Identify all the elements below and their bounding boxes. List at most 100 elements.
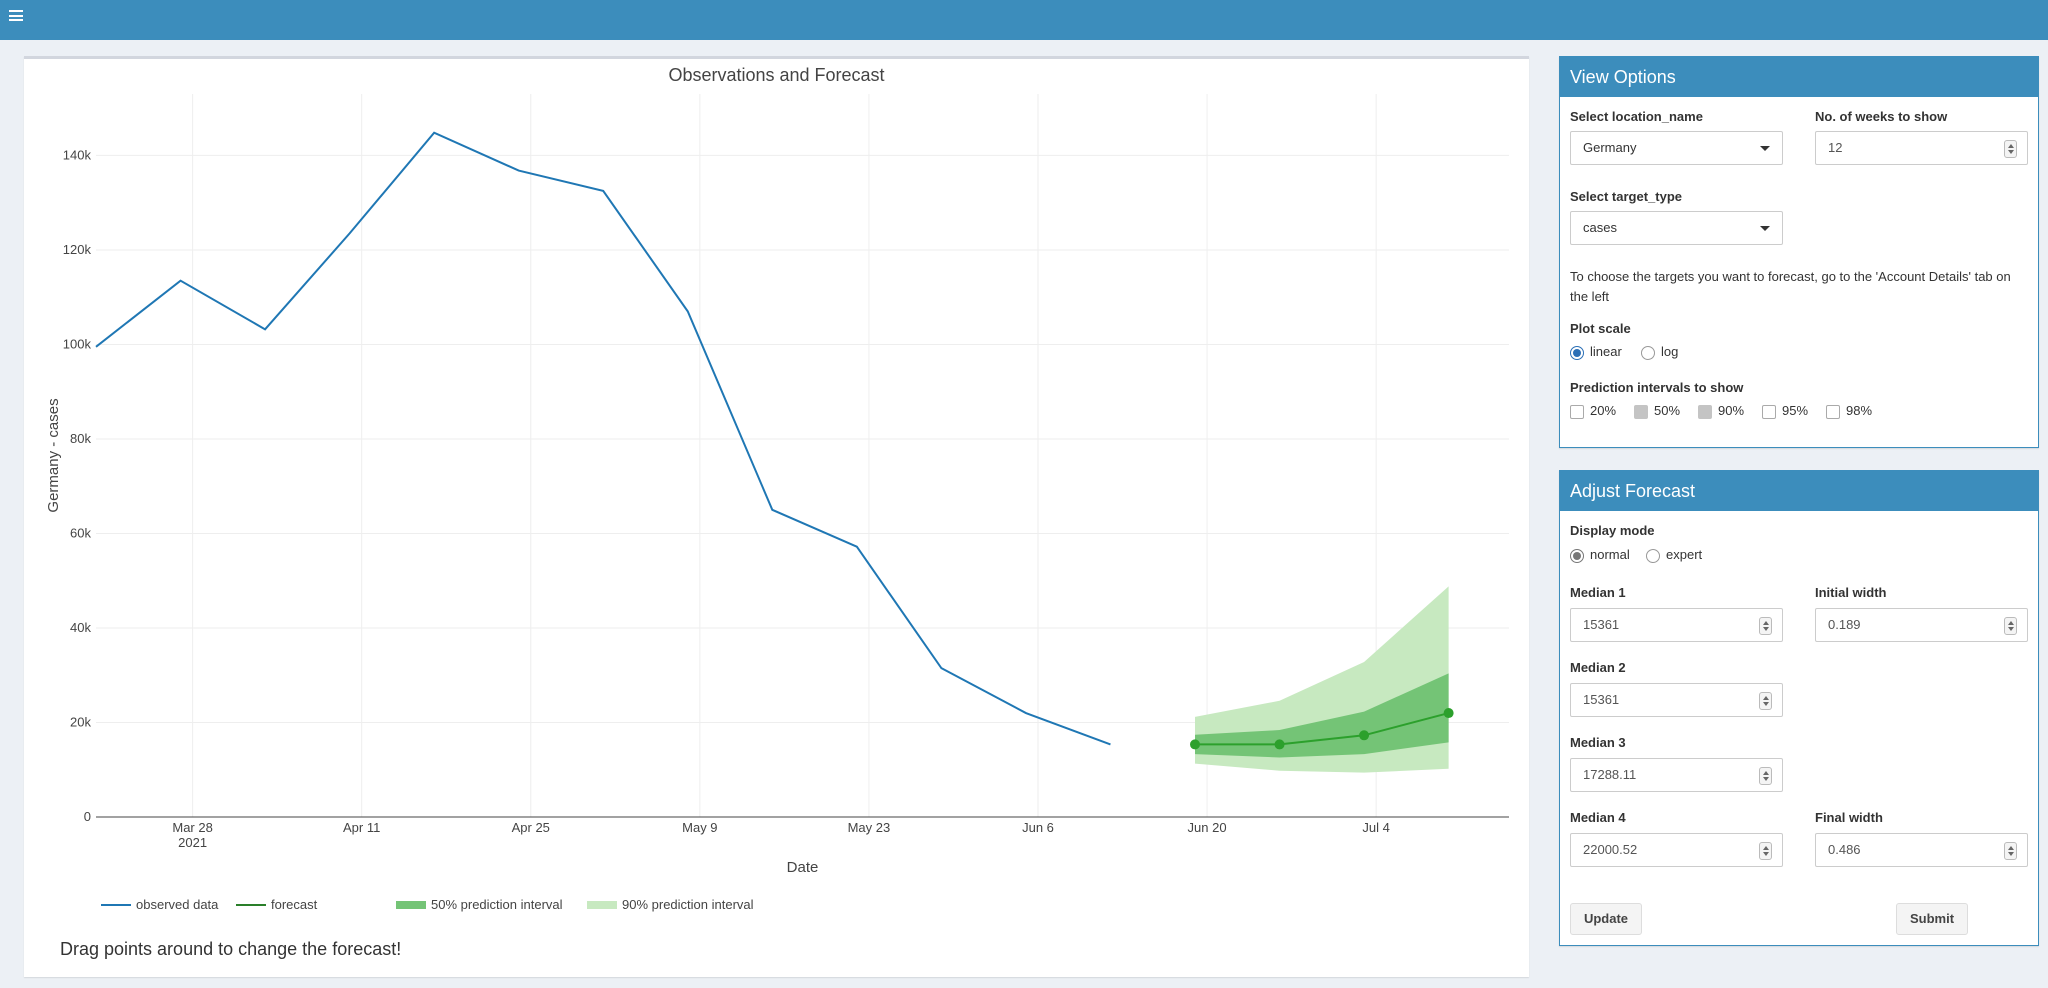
final-width-spinner-icon[interactable] (2004, 842, 2017, 860)
location-label: Select location_name (1570, 109, 1703, 124)
y-tick-label: 60k (70, 525, 91, 540)
y-tick-label: 120k (63, 242, 92, 257)
pi-98-checkbox[interactable] (1826, 405, 1840, 419)
x-tick-label: Jul 4 (1362, 820, 1389, 835)
pi-20-checkbox[interactable] (1570, 405, 1584, 419)
median2-input-value: 15361 (1583, 692, 1620, 707)
y-tick-label: 100k (63, 336, 92, 351)
forecast-point[interactable] (1443, 708, 1454, 719)
prediction-intervals-label: Prediction intervals to show (1570, 380, 1744, 395)
median4-label: Median 4 (1570, 810, 1626, 825)
mode-expert-radio[interactable] (1646, 549, 1660, 563)
legend-pi50-swatch (396, 901, 426, 909)
median2-input[interactable]: 15361 (1570, 683, 1783, 717)
adjust-forecast-header: Adjust Forecast (1560, 471, 2038, 511)
mode-normal-radio[interactable] (1570, 549, 1584, 563)
mode-expert-label: expert (1666, 547, 1703, 562)
x-axis-title: Date (787, 859, 819, 876)
pi-20-label: 20% (1590, 403, 1617, 418)
adjust-forecast-box: Adjust Forecast Display mode normal expe… (1559, 470, 2039, 946)
location-select-value: Germany (1583, 140, 1637, 155)
y-axis-title: Germany - cases (45, 398, 62, 512)
targets-hint-text: To choose the targets you want to foreca… (1570, 269, 2011, 304)
y-tick-label: 0 (84, 809, 91, 824)
target-type-label: Select target_type (1570, 189, 1682, 204)
pi-90-checkbox[interactable] (1698, 405, 1712, 419)
pi-90-label: 90% (1718, 403, 1745, 418)
legend-observed-label: observed data (136, 897, 219, 912)
hamburger-menu-icon[interactable] (9, 8, 23, 22)
initial-width-input[interactable]: 0.189 (1815, 608, 2028, 642)
weeks-input-value: 12 (1828, 140, 1843, 155)
legend-forecast-swatch (236, 904, 266, 906)
weeks-input[interactable]: 12 (1815, 131, 2028, 165)
median3-spinner-icon[interactable] (1759, 767, 1772, 785)
scale-log-radio[interactable] (1641, 346, 1655, 360)
chevron-down-icon (1760, 146, 1770, 151)
pi-50-checkbox[interactable] (1634, 405, 1648, 419)
top-navbar (0, 0, 2048, 40)
median3-input[interactable]: 17288.11 (1570, 758, 1783, 792)
weeks-spinner-icon[interactable] (2004, 140, 2017, 158)
scale-log-label: log (1661, 344, 1679, 359)
pi-95-label: 95% (1782, 403, 1809, 418)
legend-forecast-label: forecast (271, 897, 318, 912)
median1-input[interactable]: 15361 (1570, 608, 1783, 642)
median1-label: Median 1 (1570, 585, 1626, 600)
x-tick-label: May 23 (848, 820, 891, 835)
plot-scale-label: Plot scale (1570, 321, 1631, 336)
median2-label: Median 2 (1570, 660, 1626, 675)
view-options-header: View Options (1560, 57, 2038, 97)
pi-50-label: 50% (1654, 403, 1681, 418)
median2-spinner-icon[interactable] (1759, 692, 1772, 710)
median1-spinner-icon[interactable] (1759, 617, 1772, 635)
y-tick-label: 140k (63, 147, 92, 162)
pi-98-label: 98% (1846, 403, 1873, 418)
x-tick-label: Jun 20 (1188, 820, 1227, 835)
forecast-point[interactable] (1274, 739, 1285, 750)
x-tick-label: Apr 11 (343, 820, 380, 835)
legend-pi90-label: 90% prediction interval (622, 897, 754, 912)
final-width-input-value: 0.486 (1828, 842, 1861, 857)
forecast-point[interactable] (1359, 730, 1370, 741)
x-tick-label: Mar 28 (172, 820, 212, 835)
y-tick-label: 40k (70, 620, 91, 635)
initial-width-input-value: 0.189 (1828, 617, 1861, 632)
y-tick-label: 80k (70, 431, 91, 446)
forecast-point[interactable] (1190, 739, 1200, 750)
median3-label: Median 3 (1570, 735, 1626, 750)
plot-panel: Observations and Forecast Mar 28 2021 Apr … (24, 56, 1529, 977)
y-tick-label: 20k (70, 714, 91, 729)
view-options-box: View Options Select location_name German… (1559, 56, 2039, 448)
final-width-input[interactable]: 0.486 (1815, 833, 2028, 867)
mode-normal-label: normal (1590, 547, 1630, 562)
target-type-select[interactable]: cases (1570, 211, 1783, 245)
display-mode-label: Display mode (1570, 523, 1655, 538)
initial-width-spinner-icon[interactable] (2004, 617, 2017, 635)
median4-spinner-icon[interactable] (1759, 842, 1772, 860)
weeks-label: No. of weeks to show (1815, 109, 1948, 124)
median1-input-value: 15361 (1583, 617, 1620, 632)
x-tick-label: May 9 (682, 820, 717, 835)
x-tick-label: Apr 25 (512, 820, 550, 835)
final-width-label: Final width (1815, 810, 1883, 825)
scale-linear-radio[interactable] (1570, 346, 1584, 360)
median3-input-value: 17288.11 (1583, 767, 1637, 782)
median4-input-value: 22000.52 (1583, 842, 1638, 857)
forecast-chart[interactable]: Mar 282021 Apr 11 Apr 25 May 9 May 23 Jun 6 Ju… (24, 59, 1529, 929)
pi-95-checkbox[interactable] (1762, 405, 1776, 419)
submit-button[interactable]: Submit (1896, 903, 1968, 935)
target-type-select-value: cases (1583, 220, 1617, 235)
median4-input[interactable]: 22000.52 (1570, 833, 1783, 867)
location-select[interactable]: Germany (1570, 131, 1783, 165)
legend-observed-swatch (101, 904, 131, 906)
update-button[interactable]: Update (1570, 903, 1642, 935)
chevron-down-icon (1760, 226, 1770, 231)
initial-width-label: Initial width (1815, 585, 1887, 600)
x-tick-label: Jun 6 (1022, 820, 1054, 835)
drag-hint-text: Drag points around to change the forecas… (60, 939, 402, 959)
x-tick-sublabel: 2021 (178, 835, 207, 850)
scale-linear-label: linear (1590, 344, 1622, 359)
legend-pi50-label: 50% prediction interval (431, 897, 563, 912)
legend-pi90-swatch (587, 901, 617, 909)
